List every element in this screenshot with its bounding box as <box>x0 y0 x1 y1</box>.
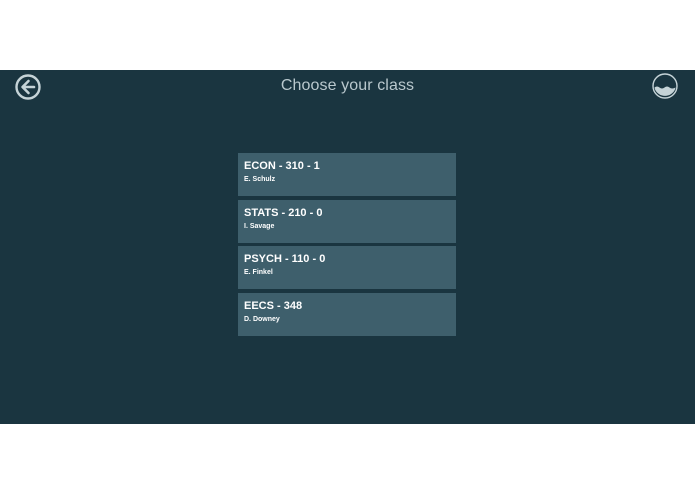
page-title: Choose your class <box>280 77 415 94</box>
app-screen: Choose your class ECON - 310 - 1 E. Schu… <box>0 70 695 424</box>
class-card-econ[interactable]: ECON - 310 - 1 E. Schulz <box>238 153 456 196</box>
wave-logo-icon <box>652 73 678 99</box>
class-teacher: D. Downey <box>244 315 280 323</box>
class-card-stats[interactable]: STATS - 210 - 0 I. Savage <box>238 199 456 243</box>
class-teacher: E. Finkel <box>244 269 273 276</box>
class-name: ECON - 310 - 1 <box>244 160 320 172</box>
class-name: STATS - 210 - 0 <box>244 206 323 219</box>
class-teacher: E. Schulz <box>244 176 276 183</box>
class-teacher: I. Savage <box>244 222 275 230</box>
class-name: PSYCH - 110 - 0 <box>244 253 326 265</box>
class-card-psych[interactable]: PSYCH - 110 - 0 E. Finkel <box>238 246 456 289</box>
app-logo[interactable] <box>652 73 678 99</box>
class-name: EECS - 348 <box>244 299 303 312</box>
class-card-eecs[interactable]: EECS - 348 D. Downey <box>238 292 456 336</box>
class-list: ECON - 310 - 1 E. Schulz STATS - 210 - 0… <box>238 153 456 339</box>
